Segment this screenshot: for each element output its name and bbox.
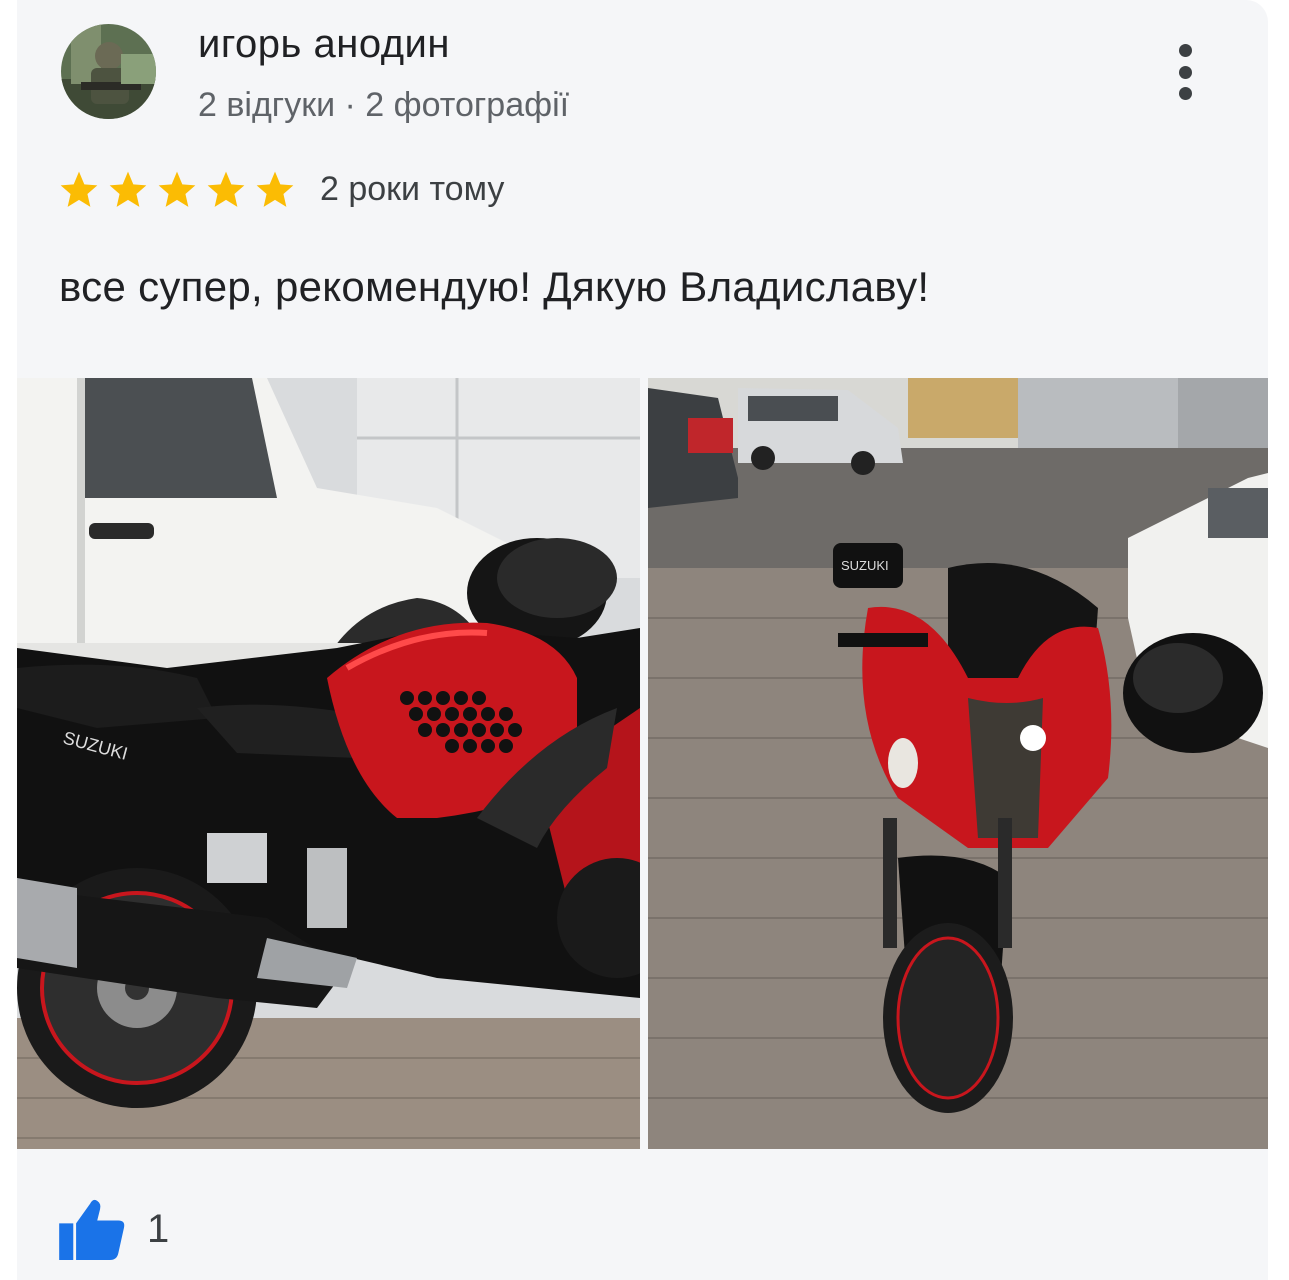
star-icon (256, 171, 294, 207)
review-photo-1[interactable]: SUZUKI (17, 378, 640, 1149)
review-date: 2 роки тому (320, 170, 505, 208)
review-photo-2[interactable]: SUZUKI (648, 378, 1268, 1149)
more-vert-icon (1178, 44, 1192, 57)
reviewer-name[interactable]: игорь анодин (198, 22, 450, 67)
review-card: игорь анодин 2 відгуки · 2 фотографії 2 … (17, 0, 1268, 1280)
reviewer-avatar[interactable] (61, 24, 156, 119)
reviewer-meta: 2 відгуки · 2 фотографії (198, 86, 570, 124)
review-footer (17, 1149, 1268, 1280)
more-options-button[interactable] (1165, 40, 1205, 104)
mirror-brand-label: SUZUKI (841, 558, 889, 573)
thumb-up-icon (59, 1199, 125, 1260)
star-icon (109, 171, 147, 207)
review-text: все супер, рекомендую! Дякую Владиславу! (59, 263, 930, 310)
star-icon (207, 171, 245, 207)
star-icon (60, 171, 98, 207)
like-count: 1 (147, 1206, 170, 1251)
star-rating (57, 168, 297, 212)
star-icon (158, 171, 196, 207)
like-button[interactable]: 1 (59, 1198, 169, 1260)
